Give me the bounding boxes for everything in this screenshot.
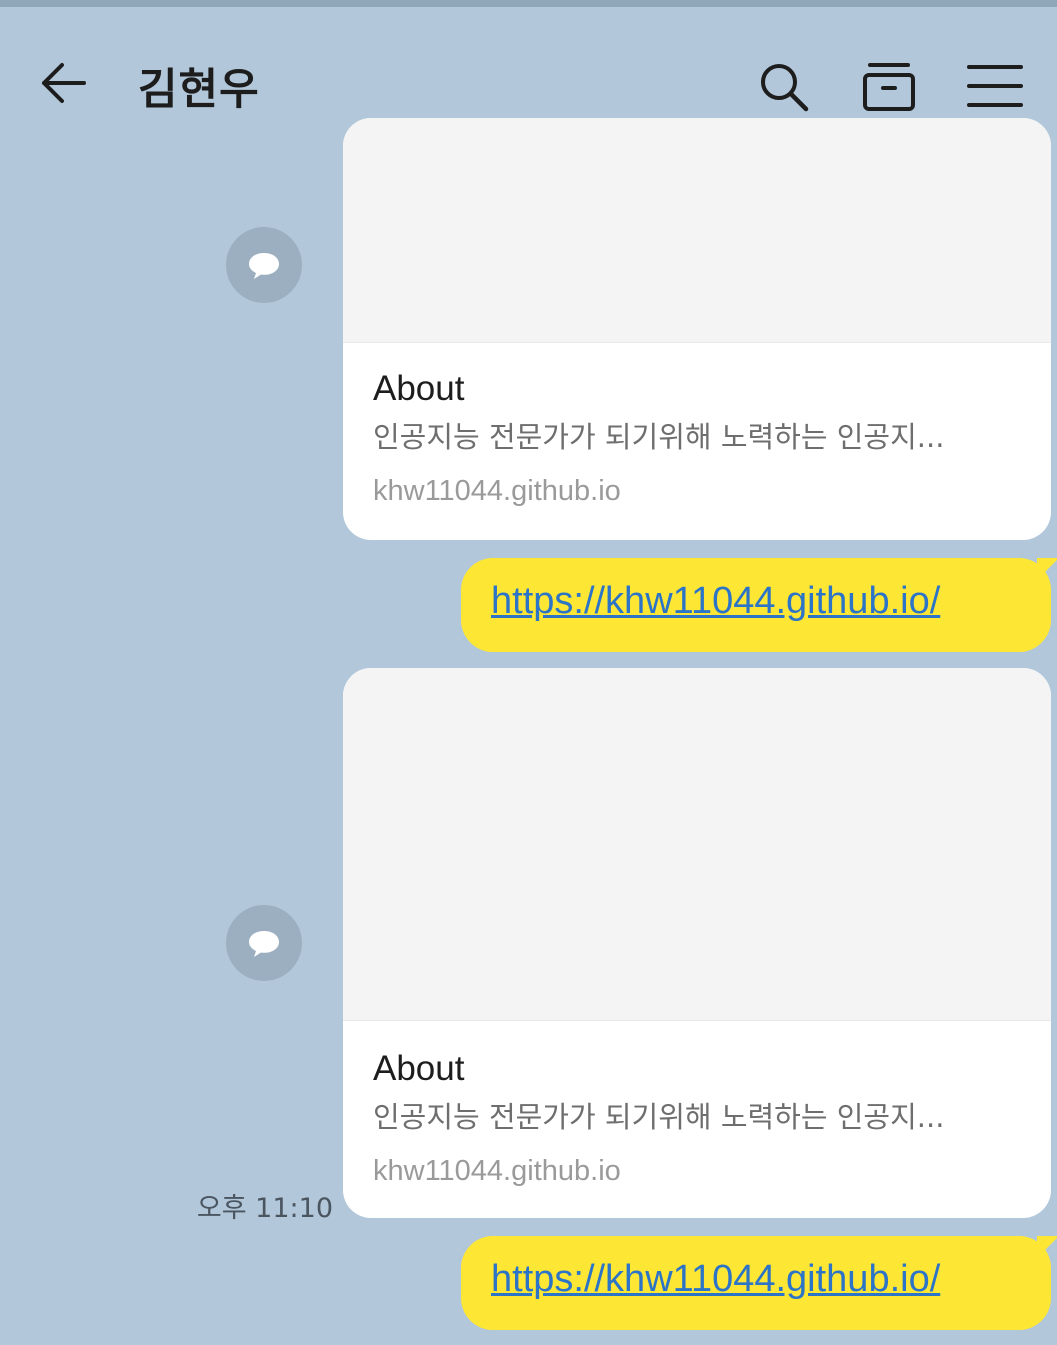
link-preview-thumbnail (343, 118, 1051, 343)
link-preview-description: 인공지능 전문가가 되기위해 노력하는 인공지... (373, 420, 945, 454)
share-button[interactable] (226, 227, 302, 303)
status-bar-edge (0, 0, 1057, 7)
menu-icon[interactable] (966, 63, 1024, 109)
share-button[interactable] (226, 905, 302, 981)
link-preview-title: About (373, 369, 465, 408)
link-preview-domain: khw11044.github.io (373, 1155, 621, 1187)
speech-bubble-icon (249, 931, 279, 957)
link-preview-domain: khw11044.github.io (373, 475, 621, 507)
link-preview-card[interactable]: About 인공지능 전문가가 되기위해 노력하는 인공지... khw1104… (343, 668, 1051, 1218)
message-link[interactable]: https://khw11044.github.io/ (491, 580, 940, 623)
chat-title: 김현우 (138, 65, 260, 115)
bubble-tail (1037, 1236, 1057, 1258)
link-preview-title: About (373, 1049, 465, 1088)
sent-message-bubble: https://khw11044.github.io/ (461, 558, 1057, 652)
link-preview-info: About 인공지능 전문가가 되기위해 노력하는 인공지... khw1104… (373, 368, 1021, 510)
link-preview-description: 인공지능 전문가가 되기위해 노력하는 인공지... (373, 1100, 945, 1134)
back-arrow-icon[interactable] (36, 59, 88, 107)
link-preview-thumbnail (343, 668, 1051, 1021)
message-timestamp: 오후 11:10 (196, 1193, 333, 1224)
link-preview-card[interactable]: About 인공지능 전문가가 되기위해 노력하는 인공지... khw1104… (343, 118, 1051, 540)
search-icon[interactable] (756, 59, 812, 115)
message-link[interactable]: https://khw11044.github.io/ (491, 1258, 940, 1301)
sent-message-bubble: https://khw11044.github.io/ (461, 1236, 1057, 1330)
speech-bubble-icon (249, 253, 279, 279)
link-preview-info: About 인공지능 전문가가 되기위해 노력하는 인공지... khw1104… (373, 1048, 1021, 1190)
bubble-tail (1037, 558, 1057, 580)
drawer-icon[interactable] (860, 59, 918, 115)
